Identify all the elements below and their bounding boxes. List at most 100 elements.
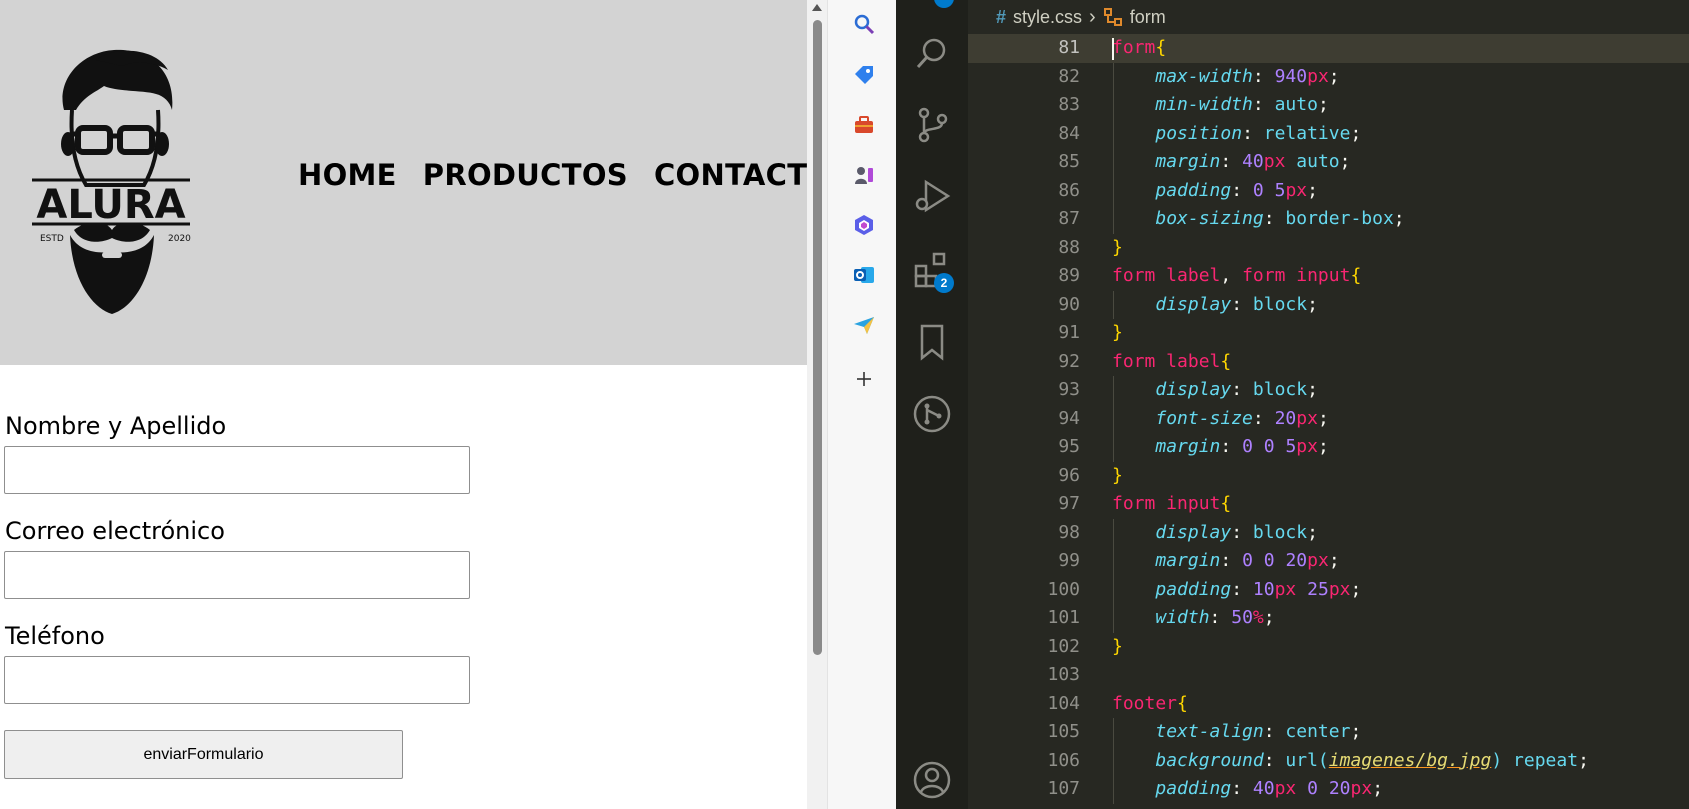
code-token: 40 [1252,778,1275,799]
code-line[interactable]: 106 background: url(imagenes/bg.jpg) rep… [968,747,1689,776]
code-token: url( [1285,749,1329,771]
code-line[interactable]: 81 form{ [968,34,1689,63]
code-token: ; [1328,65,1340,87]
code-token: } [1112,635,1123,657]
input-telefono[interactable] [4,656,470,704]
code-line[interactable]: 96} [968,462,1689,491]
code-line[interactable]: 102} [968,633,1689,662]
scroll-thumb[interactable] [813,20,822,655]
code-token: border-box [1285,208,1394,229]
code-token: form label [1112,265,1221,286]
code-token: ; [1350,578,1362,600]
code-line[interactable]: 91} [968,319,1689,348]
toolbox-icon[interactable] [852,113,876,137]
code-token: block [1252,379,1308,400]
submit-button[interactable]: enviarFormulario [4,730,403,779]
input-nombre[interactable] [4,446,470,494]
input-correo[interactable] [4,551,470,599]
code-line[interactable]: 104 footer{ [968,690,1689,719]
code-line[interactable]: 99 margin: 0 0 20px; [968,547,1689,576]
line-code: display: block; [1112,291,1318,320]
code-line[interactable]: 85 margin: 40px auto; [968,148,1689,177]
nav-home[interactable]: HOME [298,158,397,198]
outlook-icon[interactable] [852,263,876,287]
code-line[interactable]: 83 min-width: auto; [968,91,1689,120]
code-token: ; [1393,208,1405,229]
indent-guide [1113,718,1114,804]
label-nombre: Nombre y Apellido [5,412,227,440]
code-line[interactable]: 107 padding: 40px 0 20px; [968,775,1689,804]
code-token: block [1252,293,1308,315]
code-line[interactable]: 87 box-sizing: border-box; [968,205,1689,234]
code-line[interactable]: 88} [968,234,1689,263]
code-line[interactable]: 95 margin: 0 0 5px; [968,433,1689,462]
run-debug-icon[interactable] [912,176,952,216]
code-line[interactable]: 103 [968,661,1689,690]
code-token: background [1155,749,1264,771]
code-token: : [1231,521,1253,543]
code-line[interactable]: 90 display: block; [968,291,1689,320]
code-line[interactable]: 93 display: block; [968,376,1689,405]
games-icon[interactable] [852,163,876,187]
code-token: text-align [1155,721,1264,742]
code-editor[interactable]: 81 form{82 max-width: 940px; 83 min-width:… [968,34,1689,809]
code-token: form [1112,37,1156,58]
code-token: : [1231,578,1253,600]
code-token: px [1285,179,1308,201]
code-line[interactable]: 94 font-size: 20px; [968,405,1689,434]
bookmark-icon[interactable] [912,322,952,362]
code-token: max-width [1155,65,1253,87]
code-line[interactable]: 97 form input{ [968,490,1689,519]
code-line[interactable]: 92 form label{ [968,348,1689,377]
code-token: : [1252,65,1275,87]
code-token: ; [1307,179,1318,201]
line-number: 84 [1058,122,1080,144]
line-number: 90 [1058,293,1080,315]
send-icon[interactable] [852,313,876,337]
code-token: 50 [1231,607,1253,628]
code-line[interactable]: 86 padding: 0 5px; [968,177,1689,206]
code-line[interactable]: 82 max-width: 940px; [968,63,1689,92]
code-line[interactable]: 105 text-align: center; [968,718,1689,747]
code-line[interactable]: 101 width: 50%; [968,604,1689,633]
code-line[interactable]: 100 padding: 10px 25px; [968,576,1689,605]
nav-contacto[interactable]: CONTACTO [654,158,807,198]
scroll-up-arrow-icon[interactable] [812,4,822,11]
code-line[interactable]: 89 form label, form input{ [968,262,1689,291]
tag-icon[interactable] [852,63,876,87]
code-token: display [1155,293,1232,315]
code-line[interactable]: 98 display: block; [968,519,1689,548]
git-graph-icon[interactable] [912,394,952,434]
label-telefono: Teléfono [5,622,105,650]
account-icon[interactable] [912,760,952,800]
line-code: padding: 10px 25px; [1112,576,1361,605]
page-scrollbar[interactable] [807,0,827,809]
line-number: 82 [1058,65,1080,87]
add-icon[interactable] [852,367,876,391]
copilot-icon[interactable] [852,213,876,237]
line-number: 104 [1047,692,1080,714]
extensions-badge: 2 [934,273,954,293]
code-line[interactable]: 84 position: relative; [968,120,1689,149]
breadcrumb-file[interactable]: style.css [1013,7,1082,28]
nav-productos[interactable]: PRODUCTOS [423,158,628,198]
line-number: 94 [1058,407,1080,429]
source-control-icon[interactable] [912,105,952,145]
line-code: margin: 0 0 5px; [1112,433,1328,462]
search-icon[interactable] [852,12,876,36]
code-token: 0 [1242,436,1253,457]
line-code: display: block; [1112,519,1318,548]
code-token: ) [1491,749,1503,771]
code-token: position [1155,122,1243,144]
code-token: ; [1307,521,1318,543]
breadcrumb-symbol[interactable]: form [1130,7,1166,28]
code-token: 25 [1307,578,1329,600]
search-icon[interactable] [912,34,952,74]
